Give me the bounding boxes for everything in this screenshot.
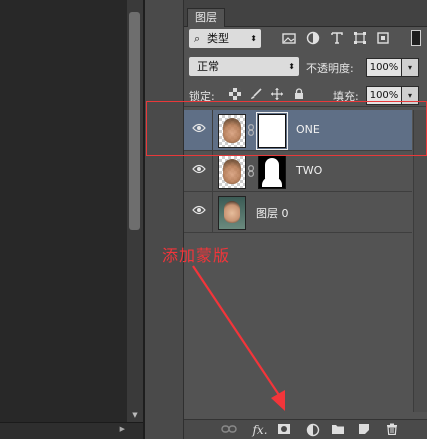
layer-mask-thumbnail[interactable] (256, 112, 288, 150)
mask-silhouette-shoulders (262, 177, 282, 187)
layers-panel-scrollbar[interactable] (413, 110, 427, 412)
opacity-input[interactable]: 100% (366, 58, 402, 77)
scroll-down-arrow-icon[interactable]: ▼ (127, 408, 143, 422)
row-separator (212, 192, 213, 232)
filter-toggle-switch[interactable] (411, 30, 421, 46)
layer-thumbnail[interactable] (218, 155, 246, 189)
new-layer-icon[interactable] (356, 423, 372, 437)
layer-thumbnail[interactable] (218, 196, 246, 230)
layers-bottom-toolbar: fx. (184, 419, 427, 439)
tab-layers[interactable]: 图层 (187, 8, 225, 27)
fill-label: 填充: (333, 90, 359, 103)
scrollbar-thumb[interactable] (129, 12, 140, 230)
layer-name[interactable]: TWO (296, 164, 322, 177)
document-canvas[interactable] (0, 0, 127, 439)
opacity-label: 不透明度: (306, 62, 354, 75)
row-separator (212, 110, 213, 150)
filter-kind-select[interactable]: ⌕ 类型 ⬍ (189, 29, 261, 48)
layer-name[interactable]: ONE (296, 123, 320, 136)
lock-transparent-pixels-icon[interactable] (229, 88, 241, 103)
lock-position-icon[interactable] (271, 88, 283, 103)
visibility-eye-icon[interactable] (192, 164, 206, 178)
lock-all-icon[interactable] (293, 88, 305, 103)
visibility-eye-icon[interactable] (192, 205, 206, 219)
row-separator (212, 151, 213, 191)
portrait-thumbnail (223, 118, 241, 143)
blend-opacity-row: 正常 ⬍ 不透明度: 100% ▾ (184, 56, 427, 78)
photoshop-window: ▼ ▶ 图层 ⌕ 类型 ⬍ 正常 ⬍ 不透明度: 100% ▾ 锁定: 填充: … (0, 0, 427, 439)
fx-icon[interactable]: fx. (250, 423, 270, 437)
delete-layer-icon[interactable] (384, 423, 400, 437)
scroll-right-arrow-icon[interactable]: ▶ (120, 425, 125, 433)
lock-fill-row: 锁定: 填充: 100% ▾ (184, 84, 427, 107)
fill-input[interactable]: 100% (366, 86, 402, 105)
layer-mask-thumbnail[interactable] (258, 155, 286, 189)
layer-row-one[interactable]: ONE (184, 110, 412, 151)
fill-dropdown-button[interactable]: ▾ (401, 86, 419, 105)
layers-panel: 图层 ⌕ 类型 ⬍ 正常 ⬍ 不透明度: 100% ▾ 锁定: 填充: 100%… (184, 0, 427, 439)
shape-filter-icon[interactable] (353, 31, 367, 45)
image-filter-icon[interactable] (282, 31, 296, 45)
add-mask-icon[interactable] (276, 423, 292, 437)
mask-link-icon[interactable] (248, 165, 254, 177)
lock-label: 锁定: (189, 90, 215, 103)
layer-row-background[interactable]: 图层 0 (184, 192, 412, 233)
filter-kind-label: 类型 (207, 32, 229, 45)
adjustment-layer-icon[interactable] (305, 423, 321, 437)
search-icon: ⌕ (194, 32, 201, 45)
link-layers-icon[interactable] (221, 423, 237, 437)
portrait-thumbnail (224, 201, 240, 223)
text-filter-icon[interactable] (330, 31, 344, 45)
layer-filter-row: ⌕ 类型 ⬍ (184, 28, 427, 50)
adjustment-filter-icon[interactable] (306, 31, 320, 45)
opacity-dropdown-button[interactable]: ▾ (401, 58, 419, 77)
layer-name[interactable]: 图层 0 (256, 205, 289, 221)
portrait-thumbnail (223, 159, 241, 184)
panel-tab-bar: 图层 (184, 0, 427, 27)
layer-thumbnail[interactable] (218, 114, 246, 148)
canvas-vertical-scrollbar[interactable]: ▼ (127, 0, 143, 422)
visibility-eye-icon[interactable] (192, 123, 206, 137)
collapsed-panel-dock (145, 0, 184, 439)
canvas-horizontal-scrollbar[interactable]: ▶ (0, 422, 143, 439)
new-group-icon[interactable] (330, 423, 346, 437)
layer-row-two[interactable]: TWO (184, 151, 412, 192)
lock-image-pixels-icon[interactable] (250, 88, 262, 103)
blend-mode-select[interactable]: 正常 ⬍ (189, 57, 299, 76)
smart-object-filter-icon[interactable] (376, 31, 390, 45)
annotation-label: 添加蒙版 (162, 246, 231, 265)
blend-mode-value: 正常 (197, 60, 219, 73)
chevron-updown-icon: ⬍ (288, 62, 295, 71)
mask-link-icon[interactable] (248, 124, 254, 136)
chevron-updown-icon: ⬍ (250, 34, 257, 43)
